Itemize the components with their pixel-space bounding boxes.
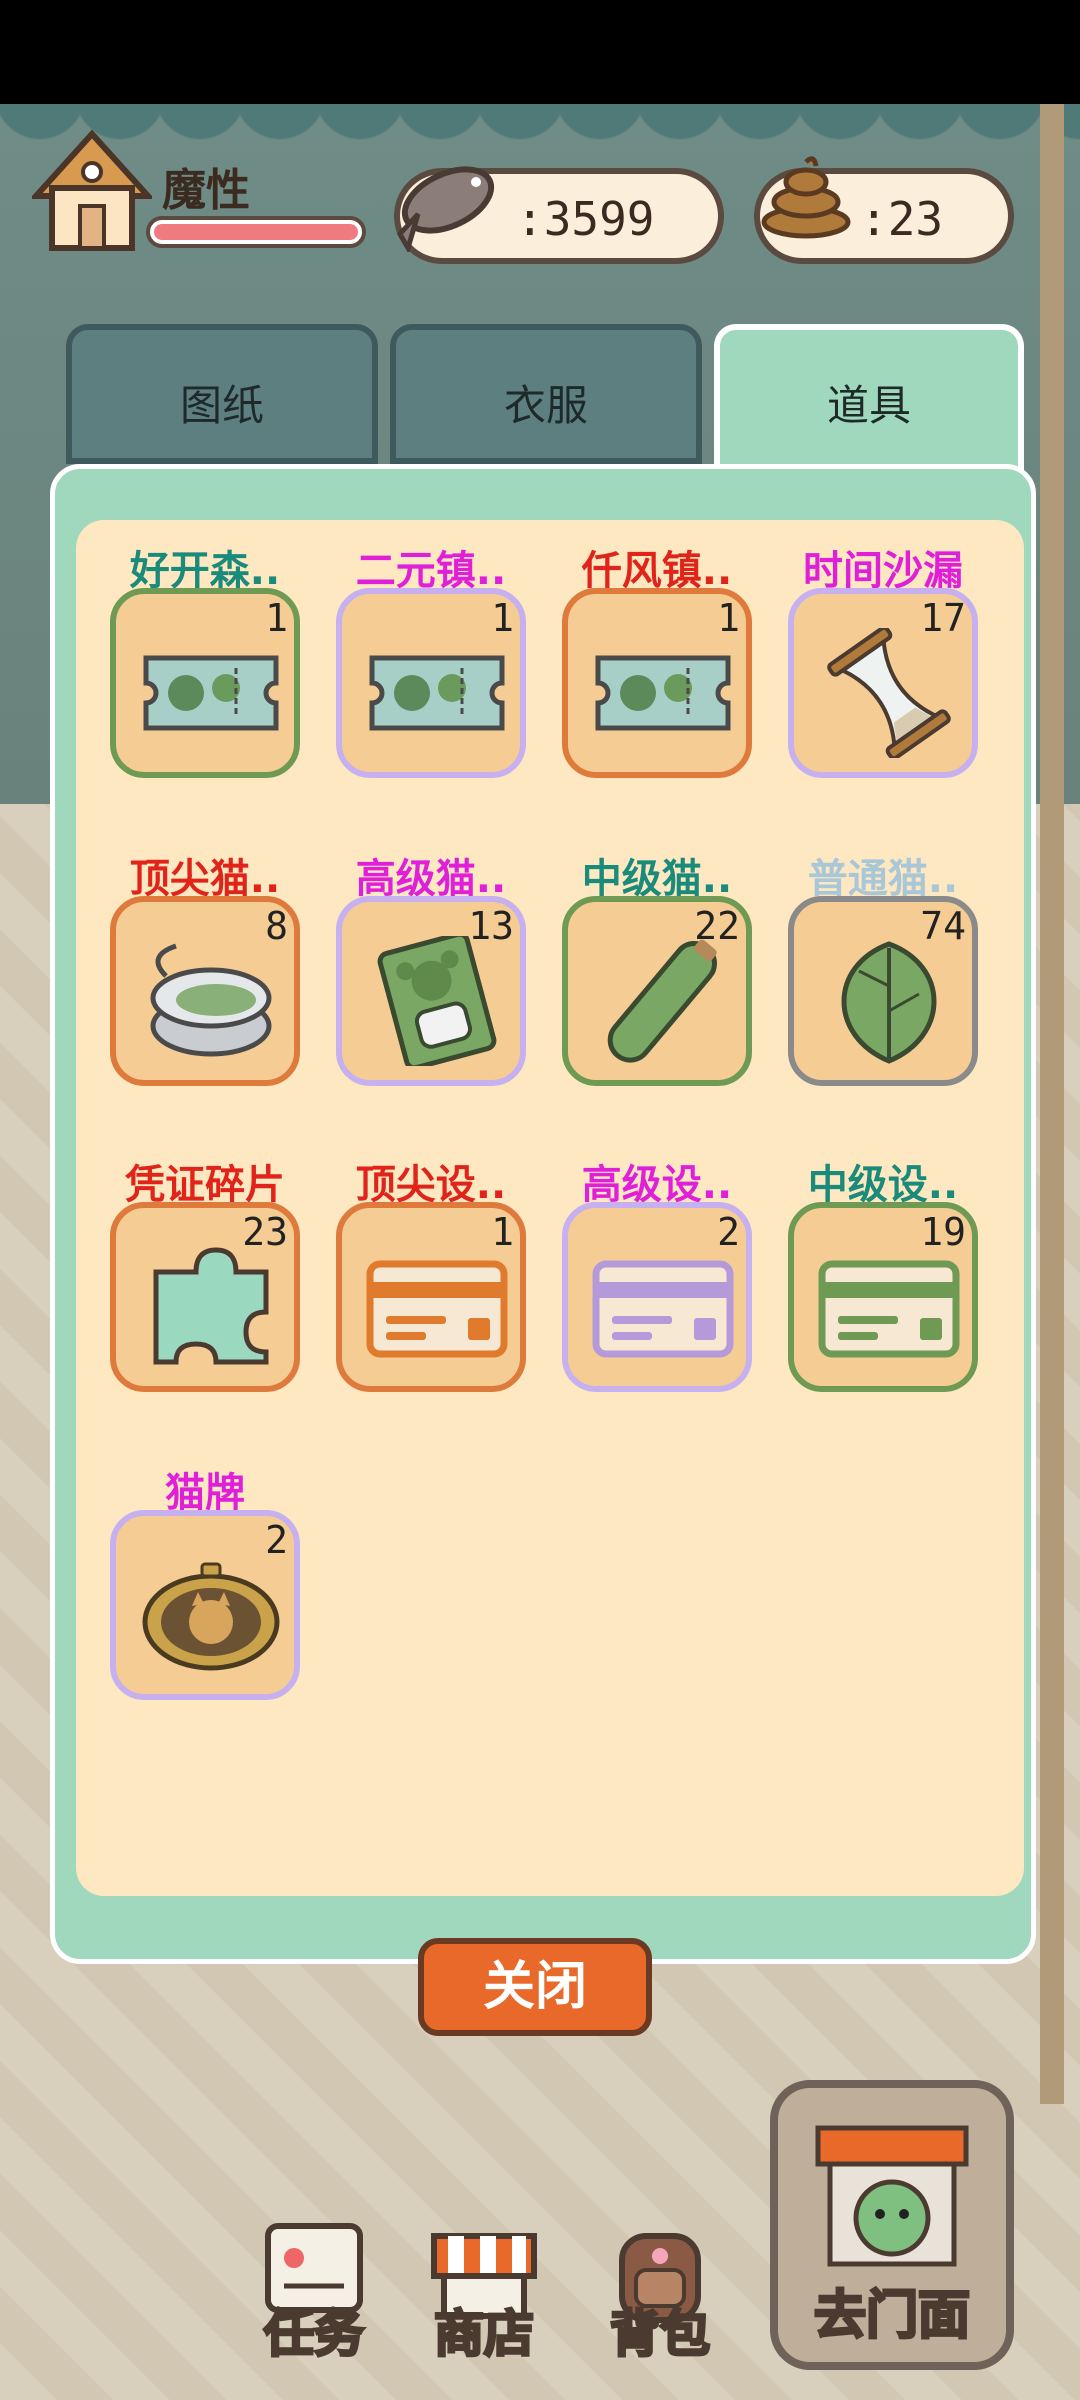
backpack-button[interactable]: 背包 [590,2216,730,2366]
inventory-item[interactable]: 高级猫.. 13 [336,846,526,1096]
cat-can-icon [136,936,286,1066]
inventory-item[interactable]: 高级设.. 2 [562,1152,752,1402]
item-slot[interactable]: 19 [788,1202,978,1392]
shop-label: 商店 [433,2304,536,2365]
tasks-label: 任务 [263,2304,366,2365]
storefront-icon [815,2125,969,2267]
inventory-item[interactable]: 顶尖设.. 1 [336,1152,526,1402]
item-quantity: 17 [920,596,966,640]
hp-bar-fill [154,224,358,240]
treat-bag-icon [362,931,512,1071]
tab-label: 道具 [826,381,911,430]
status-bar [0,0,1080,104]
item-quantity: 2 [717,1210,740,1254]
item-slot[interactable]: 74 [788,896,978,1086]
tab-clothes[interactable]: 衣服 [390,324,702,464]
player-hp-bar [146,216,366,248]
item-quantity: 19 [920,1210,966,1254]
inventory-item[interactable]: 凭证碎片 23 [110,1152,300,1402]
item-slot[interactable]: 1 [336,588,526,778]
item-quantity: 1 [491,1210,514,1254]
inventory-item[interactable]: 中级猫.. 22 [562,846,752,1096]
inventory-item[interactable]: 猫牌 2 [110,1460,300,1710]
tab-label: 图纸 [179,381,264,430]
store-label: 去门面 [812,2285,971,2348]
hourglass-icon [814,625,964,761]
ticket-map-icon [588,628,738,758]
wall-post [1040,104,1064,2104]
inventory-item[interactable]: 时间沙漏 17 [788,538,978,788]
poop-icon [758,150,854,240]
inventory-item[interactable]: 二元镇.. 1 [336,538,526,788]
ticket-map-icon [362,628,512,758]
item-quantity: 1 [717,596,740,640]
item-quantity: 74 [920,904,966,948]
cucumber-icon [588,936,738,1066]
shop-button[interactable]: 商店 [414,2216,554,2366]
item-slot[interactable]: 1 [562,588,752,778]
item-slot[interactable]: 13 [336,896,526,1086]
item-quantity: 8 [265,904,288,948]
tab-blueprints[interactable]: 图纸 [66,324,378,464]
poop-count: :23 [860,192,944,246]
inventory-item[interactable]: 普通猫.. 74 [788,846,978,1096]
ticket-map-icon [136,628,286,758]
go-to-store-button[interactable]: 去门面 [770,2080,1014,2370]
item-slot[interactable]: 17 [788,588,978,778]
item-quantity: 23 [242,1210,288,1254]
close-button[interactable]: 关闭 [418,1938,652,2036]
tab-props[interactable]: 道具 [714,324,1024,474]
inventory-item[interactable]: 顶尖猫.. 8 [110,846,300,1096]
backpack-label: 背包 [609,2304,712,2365]
leaf-icon [814,936,964,1066]
item-slot[interactable]: 2 [562,1202,752,1392]
item-slot[interactable]: 1 [336,1202,526,1392]
tab-label: 衣服 [503,381,588,430]
home-icon[interactable] [29,126,155,256]
tasks-button[interactable]: 任务 [244,2216,384,2366]
item-quantity: 1 [265,596,288,640]
card-icon [814,1242,964,1372]
item-slot[interactable]: 22 [562,896,752,1086]
item-slot[interactable]: 23 [110,1202,300,1392]
cat-badge-icon [136,1550,286,1680]
inventory-item[interactable]: 中级设.. 19 [788,1152,978,1402]
card-icon [588,1242,738,1372]
item-quantity: 22 [694,904,740,948]
item-quantity: 1 [491,596,514,640]
item-quantity: 2 [265,1518,288,1562]
inventory-item[interactable]: 仟风镇.. 1 [562,538,752,788]
item-slot[interactable]: 1 [110,588,300,778]
item-quantity: 13 [468,904,514,948]
item-slot[interactable]: 2 [110,1510,300,1700]
fish-icon [390,152,510,255]
inventory-item[interactable]: 好开森.. 1 [110,538,300,788]
item-slot[interactable]: 8 [110,896,300,1086]
fish-count: :3599 [516,192,655,246]
card-icon [362,1242,512,1372]
player-name: 魔性 [162,165,250,216]
puzzle-piece-icon [136,1242,286,1372]
